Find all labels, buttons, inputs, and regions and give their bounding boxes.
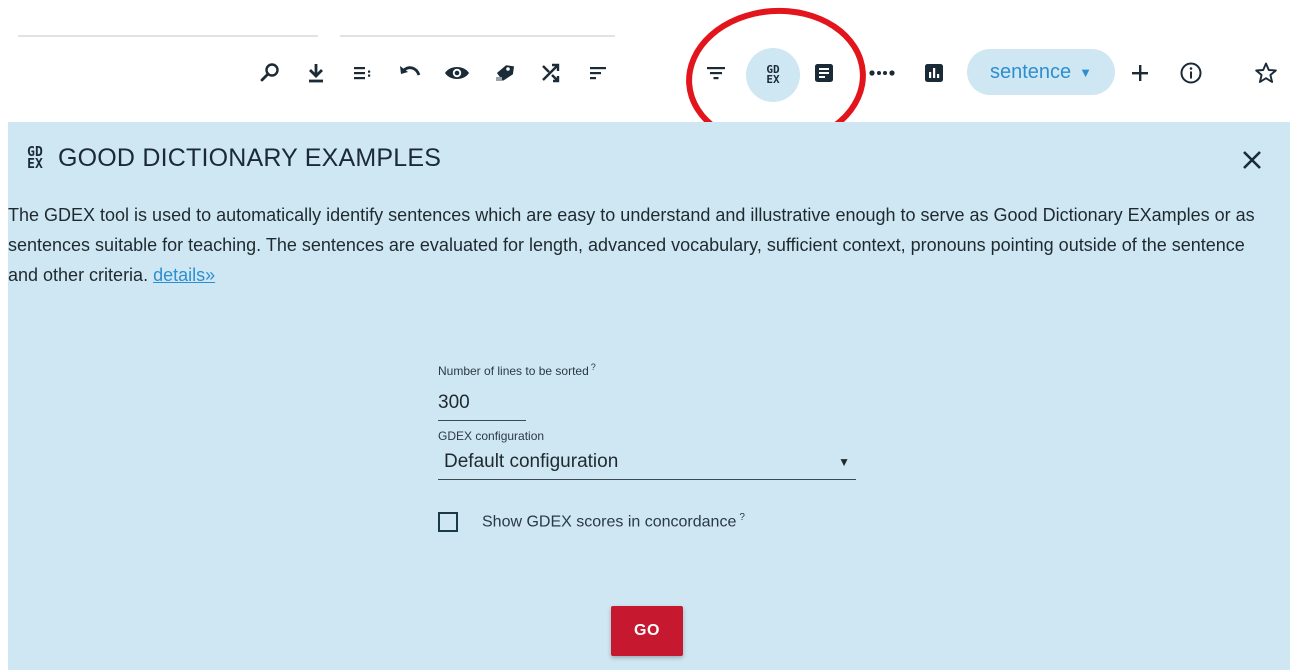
lines-label: Number of lines to be sorted? bbox=[438, 362, 868, 378]
filter-icon[interactable] bbox=[696, 53, 736, 93]
download-icon[interactable] bbox=[296, 53, 336, 93]
dots-icon[interactable] bbox=[862, 53, 902, 93]
help-mark[interactable]: ? bbox=[591, 362, 596, 372]
bar-chart-icon[interactable] bbox=[914, 53, 954, 93]
search-field-underline-2 bbox=[340, 35, 615, 37]
tag-icon[interactable] bbox=[484, 53, 524, 93]
chevron-down-icon: ▼ bbox=[1079, 64, 1093, 80]
context-selector-chip[interactable]: sentence ▼ bbox=[967, 49, 1115, 95]
star-icon[interactable] bbox=[1246, 53, 1286, 93]
config-label: GDEX configuration bbox=[438, 429, 545, 443]
top-toolbar-area: GD EX sentence ▼ bbox=[0, 0, 1290, 155]
lines-input[interactable]: 300 bbox=[438, 390, 526, 421]
context-chip-label: sentence bbox=[989, 60, 1072, 83]
dropdown-arrow-icon: ▼ bbox=[838, 455, 850, 469]
panel-header: GD EX GOOD DICTIONARY EXAMPLES bbox=[22, 144, 441, 173]
panel-title: GOOD DICTIONARY EXAMPLES bbox=[58, 144, 442, 172]
lines-menu-icon[interactable] bbox=[343, 53, 383, 93]
config-select[interactable]: Default configuration ▼ bbox=[438, 451, 856, 480]
gdex-icon[interactable]: GD EX bbox=[746, 48, 800, 102]
gdex-badge-text: GD EX bbox=[766, 63, 780, 86]
panel-description: The GDEX tool is used to automatically i… bbox=[8, 200, 1278, 290]
gdex-panel: GD EX GOOD DICTIONARY EXAMPLES The GDEX … bbox=[8, 122, 1290, 670]
info-icon[interactable] bbox=[1171, 53, 1211, 93]
search-icon[interactable] bbox=[250, 53, 290, 93]
document-icon[interactable] bbox=[804, 53, 844, 93]
details-link[interactable]: details» bbox=[153, 265, 215, 285]
show-scores-row: Show GDEX scores in concordance? bbox=[438, 512, 868, 532]
lines-label-text: Number of lines to be sorted bbox=[438, 364, 589, 378]
gdex-form: Number of lines to be sorted? 300 GDEX c… bbox=[438, 362, 868, 532]
show-scores-label: Show GDEX scores in concordance? bbox=[482, 512, 745, 531]
plus-icon[interactable] bbox=[1120, 53, 1160, 93]
config-selected-value: Default configuration bbox=[444, 451, 619, 472]
gdex-icon: GD EX bbox=[27, 144, 43, 172]
undo-icon[interactable] bbox=[390, 53, 430, 93]
go-button[interactable]: GO bbox=[611, 606, 683, 656]
search-field-underline bbox=[18, 35, 318, 37]
show-scores-checkbox[interactable] bbox=[438, 512, 458, 532]
shuffle-icon[interactable] bbox=[531, 53, 571, 93]
show-scores-label-text: Show GDEX scores in concordance bbox=[482, 513, 737, 531]
gdex-page: GD EX sentence ▼ GD EX GOOD DICTIONARY E… bbox=[0, 0, 1290, 670]
help-mark[interactable]: ? bbox=[739, 512, 745, 523]
sort-icon[interactable] bbox=[578, 53, 618, 93]
eye-icon[interactable] bbox=[437, 53, 477, 93]
close-icon[interactable] bbox=[1234, 142, 1270, 178]
